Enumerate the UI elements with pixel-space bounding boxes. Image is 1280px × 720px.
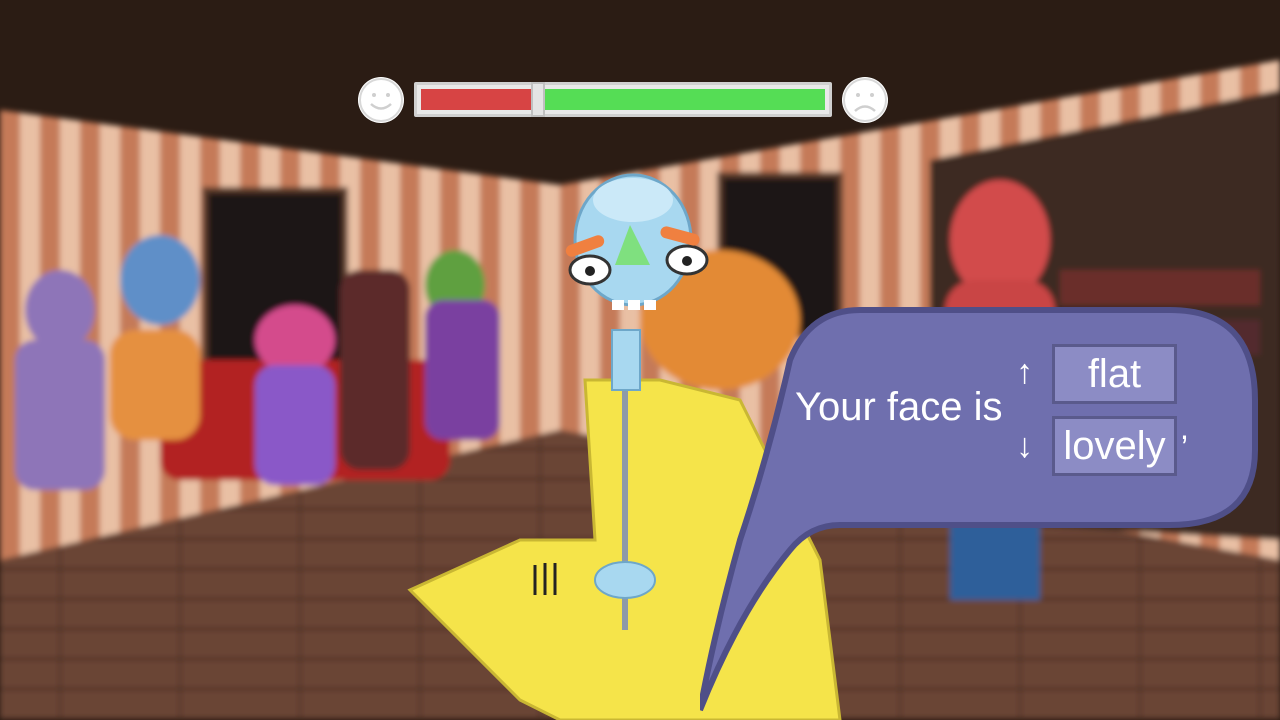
insult-speech-bubble: Your face is ↑ flat ↓ lovely , [700, 300, 1260, 720]
mood-meter-handle [531, 82, 545, 117]
word-option-down[interactable]: lovely [1052, 416, 1177, 476]
mood-meter-hud [358, 77, 888, 123]
smiling-face-icon [358, 77, 404, 123]
up-arrow-icon: ↑ [1016, 353, 1033, 391]
word-option-up[interactable]: flat [1052, 344, 1177, 404]
frowning-face-icon [842, 77, 888, 123]
mood-meter-bar [414, 82, 832, 117]
dialog-trailing-punctuation: , [1180, 410, 1189, 446]
down-arrow-icon: ↓ [1016, 427, 1033, 465]
mood-meter-positive-fill [538, 89, 825, 110]
mood-meter-negative-fill [421, 89, 538, 110]
dialog-lead-text: Your face is [795, 385, 1003, 429]
